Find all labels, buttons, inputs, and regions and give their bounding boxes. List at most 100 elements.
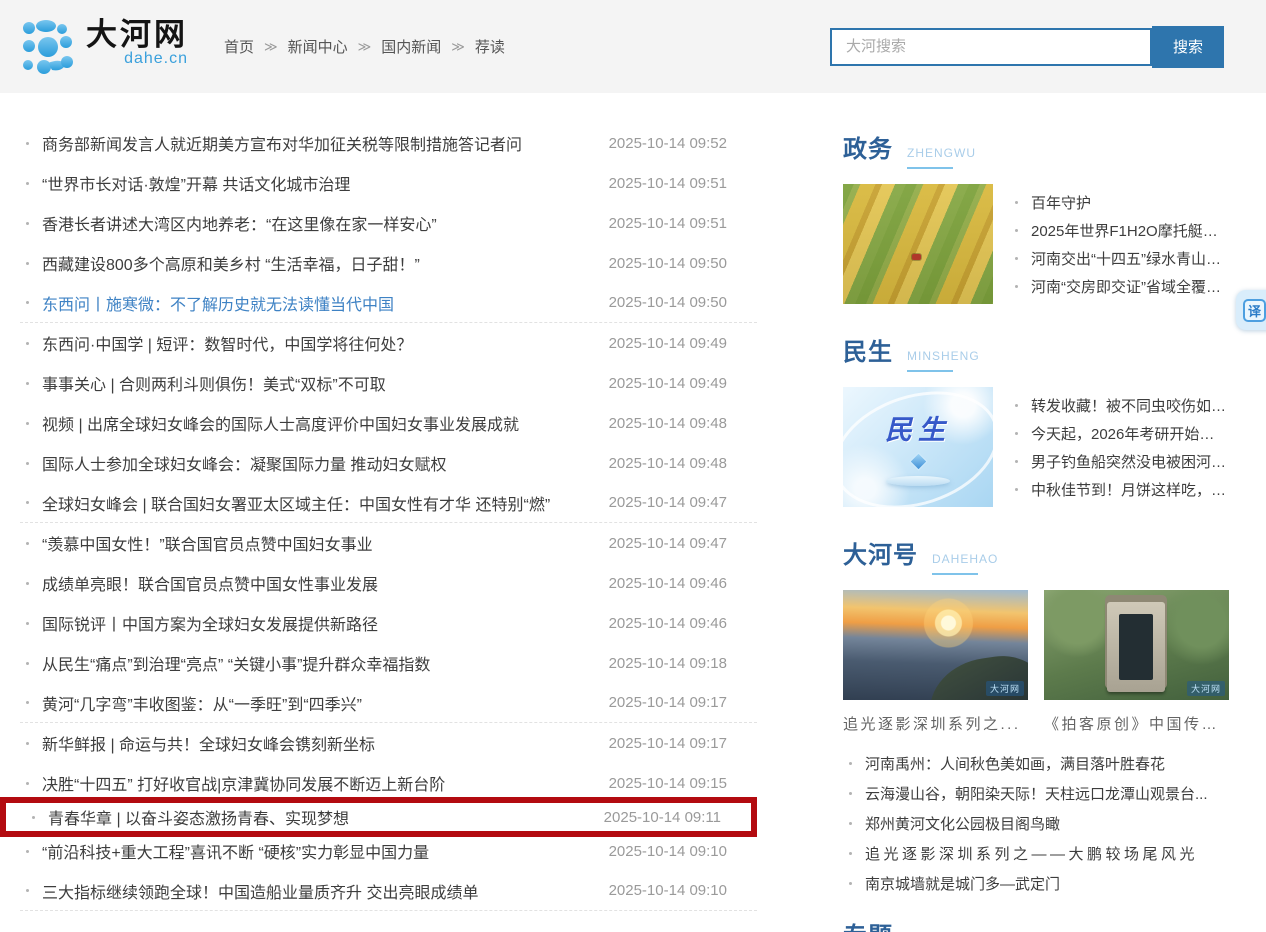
news-item-title[interactable]: 国际锐评丨中国方案为全球妇女发展提供新路径 xyxy=(42,611,597,635)
section-title-dahehao[interactable]: 大河号 xyxy=(843,535,918,570)
news-item-title[interactable]: 全球妇女峰会 | 联合国妇女署亚太区域主任：中国女性有才华 还特别“燃” xyxy=(42,491,597,515)
news-item-title[interactable]: 从民生“痛点”到治理“亮点” “关键小事”提升群众幸福指数 xyxy=(42,651,597,675)
sidebar-link-text[interactable]: 河南禹州：人间秋色美如画，满目落叶胜春花 xyxy=(865,753,1165,774)
news-item-title[interactable]: 商务部新闻发言人就近期美方宣布对华加征关税等限制措施答记者问 xyxy=(42,131,597,155)
news-item: 西藏建设800多个高原和美乡村 “生活幸福，日子甜！” 2025-10-14 0… xyxy=(20,243,757,283)
news-item-title[interactable]: 黄河“几字弯”丰收图鉴：从“一季旺”到“四季兴” xyxy=(42,691,597,715)
news-item-title[interactable]: 青春华章 | 以奋斗姿态激扬青春、实现梦想 xyxy=(48,805,592,829)
bullet-icon xyxy=(32,816,35,819)
translate-widget[interactable]: 译 xyxy=(1236,290,1266,330)
sidebar-link: 云海漫山谷，朝阳染天际！天柱远口龙潭山观景台... xyxy=(843,778,1229,808)
zhengwu-section: 百年守护 2025年世界F1H2O摩托艇锦标... 河南交出“十四五”绿水青山答… xyxy=(843,184,1229,304)
minsheng-links: 转发收藏！被不同虫咬伤如何... 今天起，2026年考研开始预报名 男子钓鱼船突… xyxy=(1009,387,1229,507)
news-item-date: 2025-10-14 09:46 xyxy=(609,615,727,632)
news-item: 视频 | 出席全球妇女峰会的国际人士高度评价中国妇女事业发展成就 2025-10… xyxy=(20,403,757,443)
news-item-title[interactable]: 国际人士参加全球妇女峰会：凝聚国际力量 推动妇女赋权 xyxy=(42,451,597,475)
news-item: 事事关心 | 合则两利斗则俱伤！美式“双标”不可取 2025-10-14 09:… xyxy=(20,363,757,403)
news-item-date: 2025-10-14 09:17 xyxy=(609,735,727,752)
sidebar-link: 追光逐影深圳系列之——大鹏较场尾风光 xyxy=(843,838,1229,868)
news-item-date: 2025-10-14 09:52 xyxy=(609,135,727,152)
news-item-title[interactable]: “羡慕中国女性！”联合国官员点赞中国妇女事业 xyxy=(42,531,597,555)
dahe-watermark: 大河网 xyxy=(1187,681,1225,696)
bullet-icon xyxy=(1015,460,1018,463)
news-item-date: 2025-10-14 09:47 xyxy=(609,494,727,511)
card-caption[interactable]: 追光逐影深圳系列之... xyxy=(843,713,1028,734)
breadcrumb-item[interactable]: 新闻中心 xyxy=(288,36,348,57)
sidebar-link: 男子钓鱼船突然没电被困河中... xyxy=(1009,451,1229,472)
section-pinyin-dahehao: DAHEHAO xyxy=(932,552,998,566)
bullet-icon xyxy=(26,582,29,585)
section-title-zhengwu[interactable]: 政务 xyxy=(843,129,893,164)
bullet-icon xyxy=(1015,257,1018,260)
bullet-icon xyxy=(849,792,852,795)
news-item-date: 2025-10-14 09:49 xyxy=(609,375,727,392)
news-item: 三大指标继续领跑全球！中国造船业量质齐升 交出亮眼成绩单 2025-10-14 … xyxy=(20,871,757,911)
search-button[interactable]: 搜索 xyxy=(1152,26,1224,68)
sidebar-link-text[interactable]: 南京城墙就是城门多—武定门 xyxy=(865,873,1060,894)
sunset-coast-thumbnail[interactable]: 大河网 xyxy=(843,590,1028,700)
section-title-minsheng[interactable]: 民生 xyxy=(843,332,893,367)
news-item-title[interactable]: 东西问丨施寒微：不了解历史就无法读懂当代中国 xyxy=(42,291,597,315)
sidebar-link: 中秋佳节到！月饼这样吃，解... xyxy=(1009,479,1229,500)
bullet-icon xyxy=(26,889,29,892)
news-item-title[interactable]: 东西问·中国学 | 短评：数智时代，中国学将往何处？ xyxy=(42,331,597,355)
sidebar-link-text[interactable]: 中秋佳节到！月饼这样吃，解... xyxy=(1031,479,1229,500)
stone-stele-thumbnail[interactable]: 大河网 xyxy=(1044,590,1229,700)
sidebar-link-text[interactable]: 2025年世界F1H2O摩托艇锦标... xyxy=(1031,220,1229,241)
bullet-icon xyxy=(26,622,29,625)
sidebar-link-text[interactable]: 今天起，2026年考研开始预报名 xyxy=(1031,423,1229,444)
news-item-title[interactable]: 视频 | 出席全球妇女峰会的国际人士高度评价中国妇女事业发展成就 xyxy=(42,411,597,435)
bullet-icon xyxy=(26,701,29,704)
bullet-icon xyxy=(1015,285,1018,288)
bullet-icon xyxy=(1015,201,1018,204)
news-item-title[interactable]: 香港长者讲述大湾区内地养老：“在这里像在家一样安心” xyxy=(42,211,597,235)
dahe-logo[interactable]: 大河网 dahe.cn xyxy=(22,18,188,76)
section-title-zhuanti[interactable]: 专题 xyxy=(843,916,893,932)
news-item: 成绩单亮眼！联合国官员点赞中国女性事业发展 2025-10-14 09:46 xyxy=(20,563,757,603)
minsheng-graphic-thumbnail[interactable]: 民生 xyxy=(843,387,993,507)
news-item-title[interactable]: 西藏建设800多个高原和美乡村 “生活幸福，日子甜！” xyxy=(42,251,597,275)
news-item: 商务部新闻发言人就近期美方宣布对华加征关税等限制措施答记者问 2025-10-1… xyxy=(20,123,757,163)
news-item-title[interactable]: 三大指标继续领跑全球！中国造船业量质齐升 交出亮眼成绩单 xyxy=(42,879,597,903)
sidebar-link-text[interactable]: 转发收藏！被不同虫咬伤如何... xyxy=(1031,395,1229,416)
news-item-title[interactable]: “前沿科技+重大工程”喜讯不断 “硬核”实力彰显中国力量 xyxy=(42,839,597,863)
sidebar-link-text[interactable]: 百年守护 xyxy=(1031,192,1091,213)
news-item-date: 2025-10-14 09:49 xyxy=(609,335,727,352)
sidebar-link-text[interactable]: 云海漫山谷，朝阳染天际！天柱远口龙潭山观景台... xyxy=(865,783,1208,804)
news-item-title[interactable]: “世界市长对话·敦煌”开幕 共话文化城市治理 xyxy=(42,171,597,195)
sidebar-link: 南京城墙就是城门多—武定门 xyxy=(843,868,1229,898)
breadcrumb-separator: ≫ xyxy=(358,39,372,55)
breadcrumb-item[interactable]: 国内新闻 xyxy=(381,36,441,57)
dahehao-links: 河南禹州：人间秋色美如画，满目落叶胜春花 云海漫山谷，朝阳染天际！天柱远口龙潭山… xyxy=(843,748,1229,898)
news-item: 黄河“几字弯”丰收图鉴：从“一季旺”到“四季兴” 2025-10-14 09:1… xyxy=(20,683,757,723)
bullet-icon xyxy=(849,822,852,825)
swirl-decoration xyxy=(843,387,993,507)
site-header: 大河网 dahe.cn ≫ 首页 ≫ 新闻中心 ≫ 国内新闻 ≫ 荐读 搜索 xyxy=(0,0,1266,93)
news-item-title[interactable]: 事事关心 | 合则两利斗则俱伤！美式“双标”不可取 xyxy=(42,371,597,395)
dahehao-cards: 大河网 追光逐影深圳系列之... 大河网 《拍客原创》中国传统村... xyxy=(843,590,1229,734)
sidebar-link-text[interactable]: 追光逐影深圳系列之——大鹏较场尾风光 xyxy=(865,843,1198,864)
news-item-title[interactable]: 决胜“十四五” 打好收官战|京津冀协同发展不断迈上新台阶 xyxy=(42,771,597,795)
sidebar-link-text[interactable]: 男子钓鱼船突然没电被困河中... xyxy=(1031,451,1229,472)
bullet-icon xyxy=(26,142,29,145)
news-item: 青春华章 | 以奋斗姿态激扬青春、实现梦想 2025-10-14 09:11 xyxy=(0,797,757,837)
sidebar: 政务 ZHENGWU 百年守护 2025年世界F1H2O摩托艇锦标... xyxy=(843,93,1229,932)
news-item-title[interactable]: 成绩单亮眼！联合国官员点赞中国女性事业发展 xyxy=(42,571,597,595)
news-item: 香港长者讲述大湾区内地养老：“在这里像在家一样安心” 2025-10-14 09… xyxy=(20,203,757,243)
sidebar-link-text[interactable]: 郑州黄河文化公园极目阁鸟瞰 xyxy=(865,813,1060,834)
minsheng-image-label: 民生 xyxy=(885,408,951,447)
sidebar-link-text[interactable]: 河南“交房即交证”省域全覆盖 ... xyxy=(1031,276,1229,297)
zhengwu-links: 百年守护 2025年世界F1H2O摩托艇锦标... 河南交出“十四五”绿水青山答… xyxy=(1009,184,1229,304)
news-item: 全球妇女峰会 | 联合国妇女署亚太区域主任：中国女性有才华 还特别“燃” 202… xyxy=(20,483,757,523)
farm-field-thumbnail[interactable] xyxy=(843,184,993,304)
news-item-title[interactable]: 新华鲜报 | 命运与共！全球妇女峰会镌刻新坐标 xyxy=(42,731,597,755)
bullet-icon xyxy=(26,850,29,853)
dahe-bubbles-icon xyxy=(22,18,78,76)
breadcrumb-item[interactable]: 荐读 xyxy=(475,36,505,57)
search-input[interactable] xyxy=(830,28,1152,66)
sidebar-link-text[interactable]: 河南交出“十四五”绿水青山答卷 xyxy=(1031,248,1229,269)
breadcrumb-item[interactable]: 首页 xyxy=(224,36,254,57)
card-caption[interactable]: 《拍客原创》中国传统村... xyxy=(1044,713,1229,734)
bullet-icon xyxy=(1015,432,1018,435)
news-item-date: 2025-10-14 09:10 xyxy=(609,882,727,899)
